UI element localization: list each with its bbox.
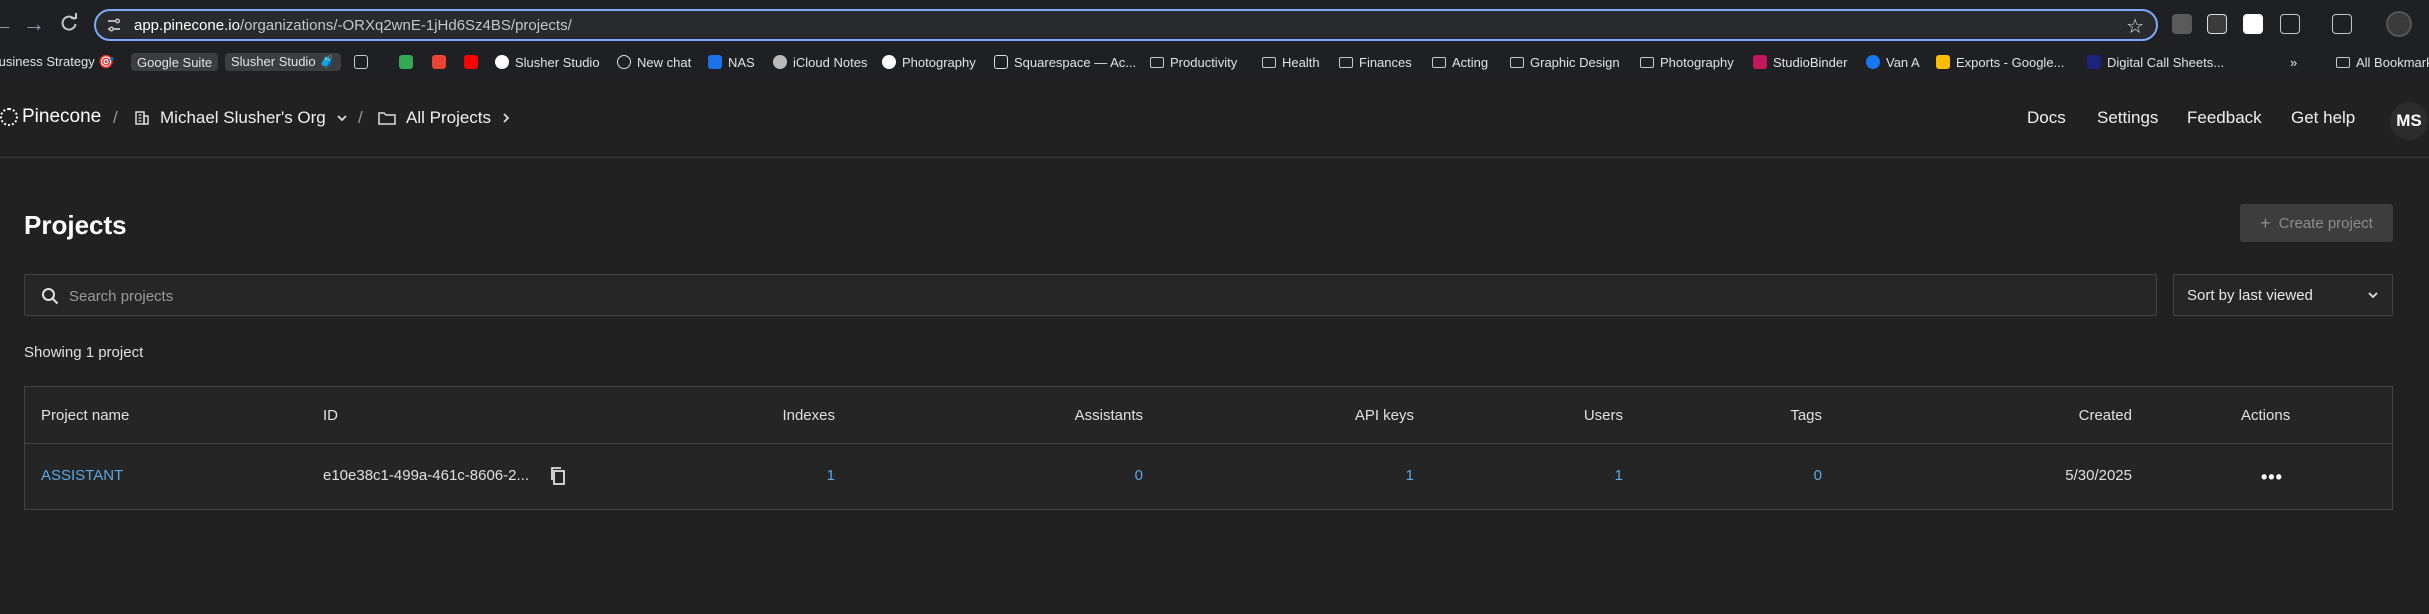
building-icon bbox=[135, 111, 149, 125]
projects-table: Project name ID Indexes Assistants API k… bbox=[24, 386, 2393, 510]
bookmark-item[interactable]: iCloud Notes bbox=[773, 53, 867, 71]
bookmark-item[interactable]: Van A bbox=[1866, 53, 1920, 71]
gmail-icon[interactable] bbox=[432, 53, 446, 71]
folder-icon bbox=[2336, 56, 2350, 68]
youtube-icon[interactable] bbox=[464, 53, 478, 71]
brand-name: Pinecone bbox=[22, 106, 102, 127]
bookmark-item[interactable]: Exports - Google... bbox=[1936, 53, 2064, 71]
pinecone-logo-icon bbox=[0, 108, 18, 126]
feedback-link[interactable]: Feedback bbox=[2187, 108, 2262, 128]
folder-icon bbox=[1150, 56, 1164, 68]
breadcrumb-separator: / bbox=[113, 108, 118, 127]
extension-icon[interactable] bbox=[2243, 14, 2263, 34]
bookmark-folder[interactable]: Acting bbox=[1432, 53, 1488, 71]
bookmark-item[interactable]: Squarespace — Ac... bbox=[994, 53, 1136, 71]
column-header-name: Project name bbox=[41, 407, 130, 424]
bookmark-item[interactable]: NAS bbox=[708, 53, 755, 71]
browser-profile-avatar[interactable] bbox=[2386, 11, 2412, 37]
search-icon bbox=[42, 288, 59, 305]
create-project-label: Create project bbox=[2278, 214, 2373, 232]
bookmark-item[interactable]: New chat bbox=[617, 53, 691, 71]
users-count-link[interactable]: 1 bbox=[1615, 467, 1623, 484]
bookmark-folder[interactable]: Graphic Design bbox=[1510, 53, 1620, 71]
bookmark-folder[interactable]: Health bbox=[1262, 53, 1320, 71]
plus-icon: + bbox=[2260, 212, 2271, 233]
forward-icon[interactable]: → bbox=[23, 13, 45, 35]
search-input[interactable] bbox=[69, 285, 1969, 307]
bookmark-star-icon[interactable]: ☆ bbox=[2126, 14, 2144, 39]
breadcrumb-all-projects[interactable]: All Projects bbox=[378, 108, 511, 128]
more-actions-icon[interactable]: ••• bbox=[2261, 467, 2283, 488]
folder-icon bbox=[378, 112, 396, 125]
org-name: Michael Slusher's Org bbox=[160, 108, 326, 127]
apps-grid-icon[interactable] bbox=[354, 53, 368, 71]
url-text: app.pinecone.io/organizations/-ORXq2wnE-… bbox=[134, 17, 572, 34]
user-avatar[interactable]: MS bbox=[2390, 102, 2428, 140]
bookmarks-bar: Business Strategy 🎯 Google Suite Slusher… bbox=[0, 50, 2429, 74]
breadcrumb-separator: / bbox=[358, 108, 363, 127]
sort-select[interactable]: Sort by last viewed bbox=[2173, 274, 2393, 316]
folder-icon bbox=[1339, 56, 1353, 68]
folder-icon bbox=[1432, 56, 1446, 68]
breadcrumb-label: All Projects bbox=[406, 108, 492, 127]
drive-icon[interactable] bbox=[399, 53, 413, 71]
bookmark-item[interactable]: Google Suite bbox=[131, 53, 219, 71]
chevron-right-icon bbox=[503, 113, 510, 123]
reload-icon[interactable] bbox=[58, 13, 80, 35]
bookmark-folder[interactable]: Finances bbox=[1339, 53, 1412, 71]
site-settings-icon[interactable] bbox=[106, 17, 122, 33]
back-icon[interactable]: ← bbox=[0, 13, 14, 35]
search-box bbox=[24, 274, 2157, 316]
get-help-link[interactable]: Get help bbox=[2291, 108, 2355, 128]
chevron-down-icon bbox=[337, 115, 347, 122]
folder-icon bbox=[1262, 56, 1276, 68]
folder-icon bbox=[1640, 56, 1654, 68]
column-header-actions: Actions bbox=[2241, 407, 2291, 424]
sort-value: Sort by last viewed bbox=[2187, 287, 2313, 304]
all-bookmarks-folder[interactable]: All Bookmarks bbox=[2336, 53, 2429, 71]
bookmark-item[interactable]: Slusher Studio 🧳 bbox=[225, 53, 342, 71]
more-bookmarks-icon[interactable]: » bbox=[2290, 53, 2297, 71]
tags-count-link[interactable]: 0 bbox=[1814, 467, 1822, 484]
folder-icon bbox=[1510, 56, 1524, 68]
puzzle-extensions-icon[interactable] bbox=[2280, 14, 2300, 34]
docs-link[interactable]: Docs bbox=[2027, 108, 2066, 128]
extension-icon[interactable] bbox=[2172, 14, 2192, 34]
indexes-count-link[interactable]: 1 bbox=[827, 467, 835, 484]
bookmark-item[interactable]: Business Strategy 🎯 bbox=[0, 53, 115, 71]
api-keys-count-link[interactable]: 1 bbox=[1406, 467, 1414, 484]
result-count: Showing 1 project bbox=[24, 344, 144, 361]
app-header: Pinecone / Michael Slusher's Org / All P… bbox=[0, 76, 2429, 158]
column-header-assistants: Assistants bbox=[1074, 407, 1143, 424]
address-bar[interactable]: app.pinecone.io/organizations/-ORXq2wnE-… bbox=[94, 9, 2158, 41]
tab-search-icon[interactable] bbox=[2332, 14, 2352, 34]
column-header-created: Created bbox=[2078, 407, 2132, 424]
page-title: Projects bbox=[24, 210, 127, 240]
table-header: Project name ID Indexes Assistants API k… bbox=[25, 387, 2392, 444]
bookmark-folder[interactable]: Photography bbox=[1640, 53, 1734, 71]
project-name-link[interactable]: ASSISTANT bbox=[41, 467, 123, 484]
bookmark-item[interactable]: Photography bbox=[882, 53, 976, 71]
column-header-id: ID bbox=[323, 407, 338, 424]
bookmark-item[interactable]: Slusher Studio bbox=[495, 53, 600, 71]
bookmark-folder[interactable]: Productivity bbox=[1150, 53, 1237, 71]
org-switcher[interactable]: Michael Slusher's Org bbox=[134, 108, 348, 128]
pinecone-logo[interactable]: Pinecone bbox=[0, 106, 101, 128]
column-header-indexes: Indexes bbox=[782, 407, 835, 424]
notion-extension-icon[interactable] bbox=[2207, 14, 2227, 34]
column-header-api-keys: API keys bbox=[1354, 407, 1414, 424]
browser-toolbar: ← → app.pinecone.io/organizations/-ORXq2… bbox=[0, 0, 2429, 50]
created-date: 5/30/2025 bbox=[2065, 467, 2132, 484]
settings-link[interactable]: Settings bbox=[2097, 108, 2158, 128]
project-id: e10e38c1-499a-461c-8606-2... bbox=[323, 467, 529, 484]
column-header-users: Users bbox=[1583, 407, 1623, 424]
copy-icon[interactable] bbox=[549, 466, 567, 486]
bookmark-item[interactable]: StudioBinder bbox=[1753, 53, 1847, 71]
chevron-down-icon bbox=[2368, 292, 2378, 299]
bookmark-item[interactable]: Digital Call Sheets... bbox=[2087, 53, 2224, 71]
column-header-tags: Tags bbox=[1790, 407, 1822, 424]
assistants-count-link[interactable]: 0 bbox=[1135, 467, 1143, 484]
create-project-button[interactable]: + Create project bbox=[2240, 204, 2393, 242]
